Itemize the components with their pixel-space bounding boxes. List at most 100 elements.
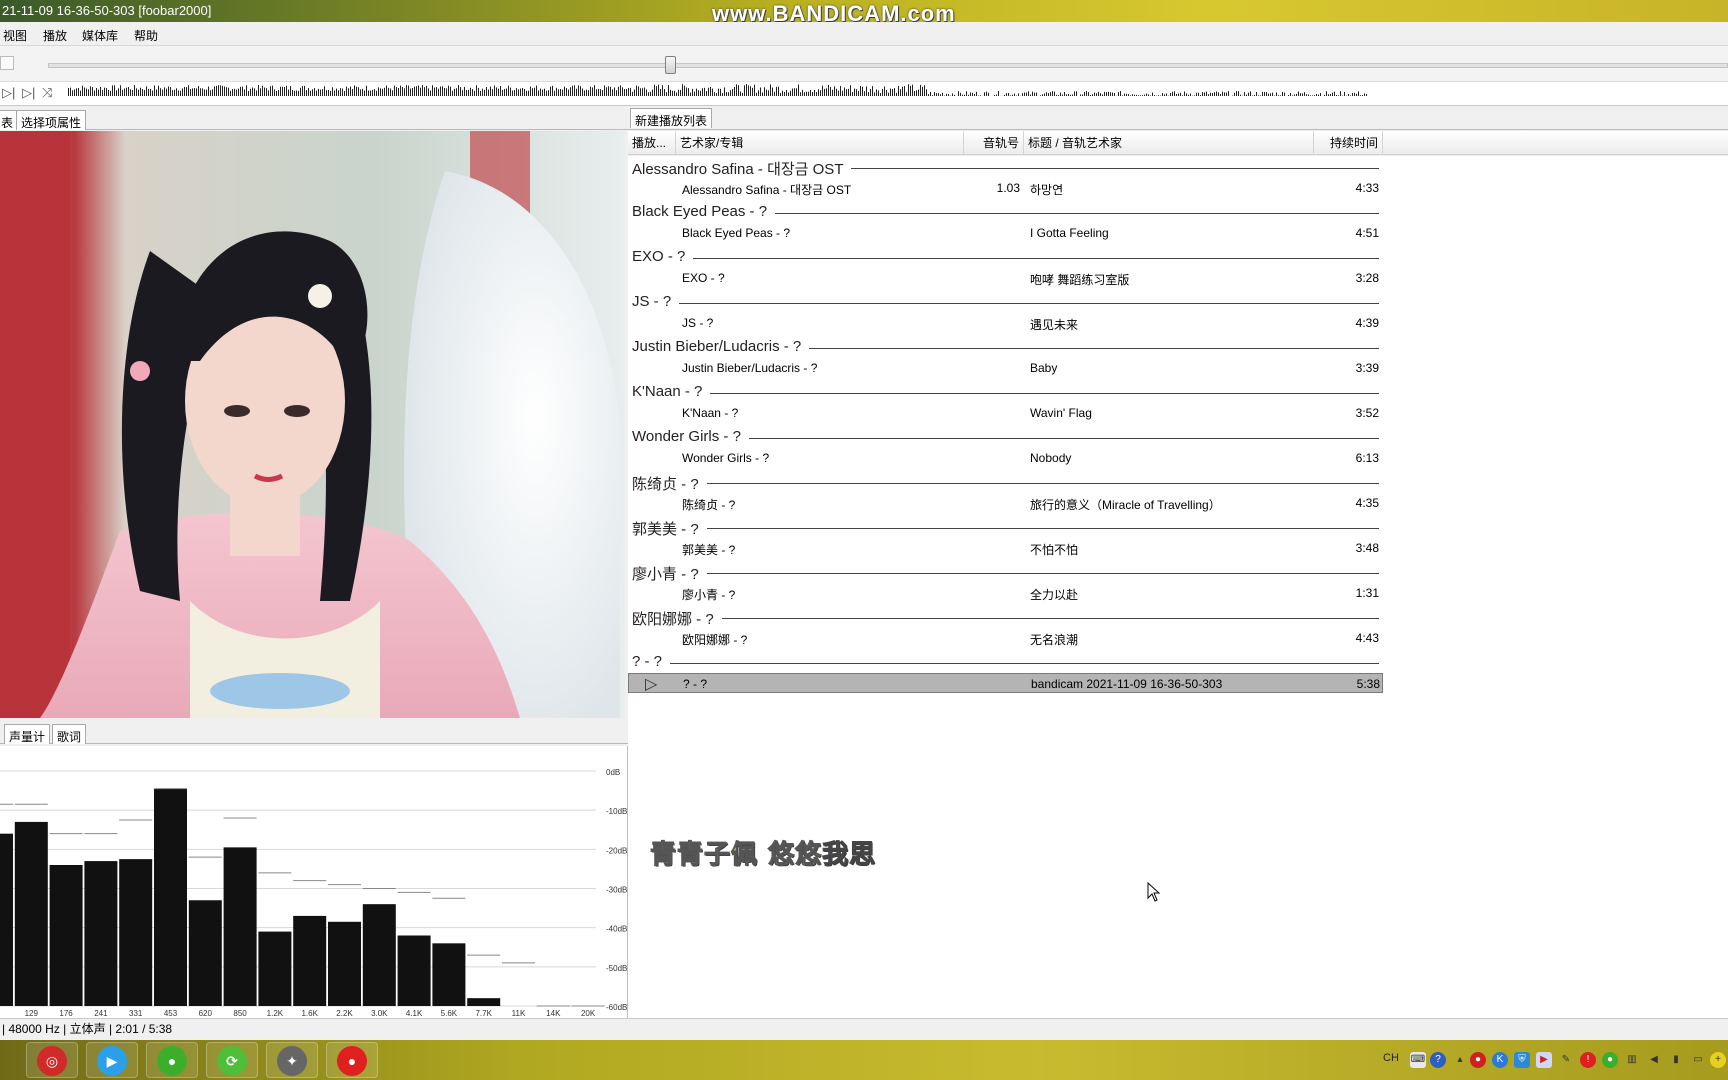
tab-volume-meter[interactable]: 声量计 bbox=[4, 724, 51, 744]
volume-icon[interactable]: ◀ bbox=[1646, 1052, 1662, 1068]
random-icon[interactable]: ⤨ bbox=[42, 85, 52, 101]
col-title-artist[interactable]: 标题 / 音轨艺术家 bbox=[1024, 131, 1314, 155]
taskbar-app-app-green[interactable]: ● bbox=[146, 1042, 198, 1078]
waveform-sample bbox=[218, 85, 219, 96]
waveform-sample bbox=[1184, 91, 1185, 96]
table-row[interactable]: 廖小青 - ? 全力以赴 1:31 bbox=[628, 583, 1383, 603]
col-artist-album[interactable]: 艺术家/专辑 bbox=[676, 131, 964, 155]
group-header[interactable]: EXO - ? bbox=[628, 246, 1383, 270]
tray-expand-icon[interactable]: ▴ bbox=[1452, 1052, 1468, 1068]
waveform-sample bbox=[788, 92, 789, 96]
group-header[interactable]: Alessandro Safina - 대장금 OST bbox=[628, 156, 1383, 180]
group-header[interactable]: 欧阳娜娜 - ? bbox=[628, 606, 1383, 630]
waveform-sample bbox=[214, 86, 215, 96]
menu-library[interactable]: 媒体库 bbox=[82, 27, 118, 44]
waveform-sample bbox=[328, 90, 329, 96]
group-header[interactable]: 郭美美 - ? bbox=[628, 516, 1383, 540]
waveform-sample bbox=[126, 87, 127, 96]
input-method-indicator[interactable]: CH bbox=[1383, 1052, 1399, 1064]
tool-icon[interactable]: ✎ bbox=[1558, 1052, 1574, 1068]
stop-after-button[interactable] bbox=[0, 56, 14, 70]
group-header[interactable]: ? - ? bbox=[628, 651, 1383, 675]
tab-selection-properties[interactable]: 选择项属性 bbox=[16, 110, 87, 130]
waveform-sample bbox=[1278, 95, 1279, 96]
table-row[interactable]: 欧阳娜娜 - ? 无名浪潮 4:43 bbox=[628, 628, 1383, 648]
waveform-seekbar[interactable] bbox=[68, 84, 1528, 104]
col-track-number[interactable]: 音轨号 bbox=[964, 131, 1024, 155]
group-title: 廖小青 - ? bbox=[632, 563, 707, 584]
waveform-sample bbox=[920, 84, 921, 96]
table-row[interactable]: Black Eyed Peas - ? I Gotta Feeling 4:51 bbox=[628, 223, 1383, 243]
alert-icon[interactable]: ! bbox=[1580, 1052, 1596, 1068]
waveform-sample bbox=[386, 85, 387, 96]
network-icon[interactable]: ▥ bbox=[1624, 1052, 1640, 1068]
col-playing[interactable]: 播放... bbox=[628, 131, 676, 155]
taskbar-app-netease-music[interactable]: ◎ bbox=[26, 1042, 78, 1078]
group-header[interactable]: Black Eyed Peas - ? bbox=[628, 201, 1383, 225]
menu-view[interactable]: 视图 bbox=[3, 27, 27, 44]
group-title: Justin Bieber/Ludacris - ? bbox=[632, 338, 810, 355]
menu-help[interactable]: 帮助 bbox=[134, 27, 158, 44]
waveform-sample bbox=[228, 87, 229, 96]
waveform-sample bbox=[508, 85, 509, 96]
keyboard-icon[interactable]: ⌨ bbox=[1410, 1052, 1426, 1068]
group-header[interactable]: 廖小青 - ? bbox=[628, 561, 1383, 585]
status-green-icon[interactable]: ● bbox=[1602, 1052, 1618, 1068]
display-icon[interactable]: ▭ bbox=[1690, 1052, 1706, 1068]
waveform-sample bbox=[1024, 92, 1025, 96]
playlist-view[interactable]: Alessandro Safina - 대장금 OST Alessandro Sa… bbox=[628, 156, 1728, 1018]
waveform-sample bbox=[1294, 94, 1295, 96]
track-artist-album: K'Naan - ? bbox=[682, 406, 739, 420]
taskbar-app-app-refresh[interactable]: ⟳ bbox=[206, 1042, 258, 1078]
waveform-sample bbox=[968, 94, 969, 96]
battery-icon[interactable]: ▮ bbox=[1668, 1052, 1684, 1068]
track-artist-album: Black Eyed Peas - ? bbox=[682, 226, 791, 240]
waveform-sample bbox=[882, 88, 883, 96]
taskbar-app-youku[interactable]: ▶ bbox=[86, 1042, 138, 1078]
waveform-sample bbox=[188, 85, 189, 96]
spectrum-bar bbox=[0, 833, 13, 1006]
waveform-sample bbox=[624, 88, 625, 96]
show-desktop-icon[interactable]: + bbox=[1710, 1052, 1726, 1068]
shield-icon[interactable]: ⛨ bbox=[1514, 1052, 1530, 1068]
table-row[interactable]: 陈绮贞 - ? 旅行的意义（Miracle of Travelling） 4:35 bbox=[628, 493, 1383, 513]
table-row-playing[interactable]: ▷ ? - ? bandicam 2021-11-09 16-36-50-303 5:… bbox=[628, 673, 1383, 693]
table-row[interactable]: JS - ? 遇见未来 4:39 bbox=[628, 313, 1383, 333]
group-header[interactable]: K'Naan - ? bbox=[628, 381, 1383, 405]
taskbar-app-bandicam[interactable]: ● bbox=[326, 1042, 378, 1078]
help-icon[interactable]: ? bbox=[1430, 1052, 1446, 1068]
group-header[interactable]: Justin Bieber/Ludacris - ? bbox=[628, 336, 1383, 360]
table-row[interactable]: Alessandro Safina - 대장금 OST 1.03 하망연 4:33 bbox=[628, 178, 1383, 198]
table-row[interactable]: EXO - ? 咆哮 舞蹈练习室版 3:28 bbox=[628, 268, 1383, 288]
group-header[interactable]: Wonder Girls - ? bbox=[628, 426, 1383, 450]
table-row[interactable]: 郭美美 - ? 不怕不怕 3:48 bbox=[628, 538, 1383, 558]
waveform-sample bbox=[312, 89, 313, 96]
taskbar-app-foobar[interactable]: ✦ bbox=[266, 1042, 318, 1078]
next-icon[interactable]: ▷| bbox=[2, 85, 15, 101]
k-app-icon[interactable]: K bbox=[1492, 1052, 1508, 1068]
group-header[interactable]: JS - ? bbox=[628, 291, 1383, 315]
next-track-icon[interactable]: ▷| bbox=[22, 85, 35, 101]
waveform-sample bbox=[814, 90, 815, 96]
waveform-sample bbox=[638, 86, 639, 96]
tab-lyrics[interactable]: 歌词 bbox=[52, 724, 87, 744]
group-header[interactable]: 陈绮贞 - ? bbox=[628, 471, 1383, 495]
waveform-sample bbox=[604, 85, 605, 96]
table-row[interactable]: Justin Bieber/Ludacris - ? Baby 3:39 bbox=[628, 358, 1383, 378]
table-row[interactable]: Wonder Girls - ? Nobody 6:13 bbox=[628, 448, 1383, 468]
waveform-sample bbox=[1318, 94, 1319, 96]
seek-bar[interactable] bbox=[48, 63, 1728, 68]
waveform-sample bbox=[856, 89, 857, 96]
record-icon[interactable]: ● bbox=[1470, 1052, 1486, 1068]
menu-playback[interactable]: 播放 bbox=[43, 27, 67, 44]
waveform-sample bbox=[704, 87, 705, 96]
waveform-sample bbox=[442, 86, 443, 96]
flag-icon[interactable]: ▶ bbox=[1536, 1052, 1552, 1068]
col-duration[interactable]: 持续时间 bbox=[1314, 131, 1383, 155]
seek-thumb[interactable] bbox=[664, 56, 676, 74]
table-row[interactable]: K'Naan - ? Wavin' Flag 3:52 bbox=[628, 403, 1383, 423]
track-duration: 3:52 bbox=[1355, 406, 1379, 420]
waveform-bar[interactable]: ▷| ▷| ⤨ bbox=[0, 82, 1728, 106]
tab-new-playlist[interactable]: 新建播放列表 bbox=[630, 108, 713, 128]
waveform-sample bbox=[500, 86, 501, 96]
